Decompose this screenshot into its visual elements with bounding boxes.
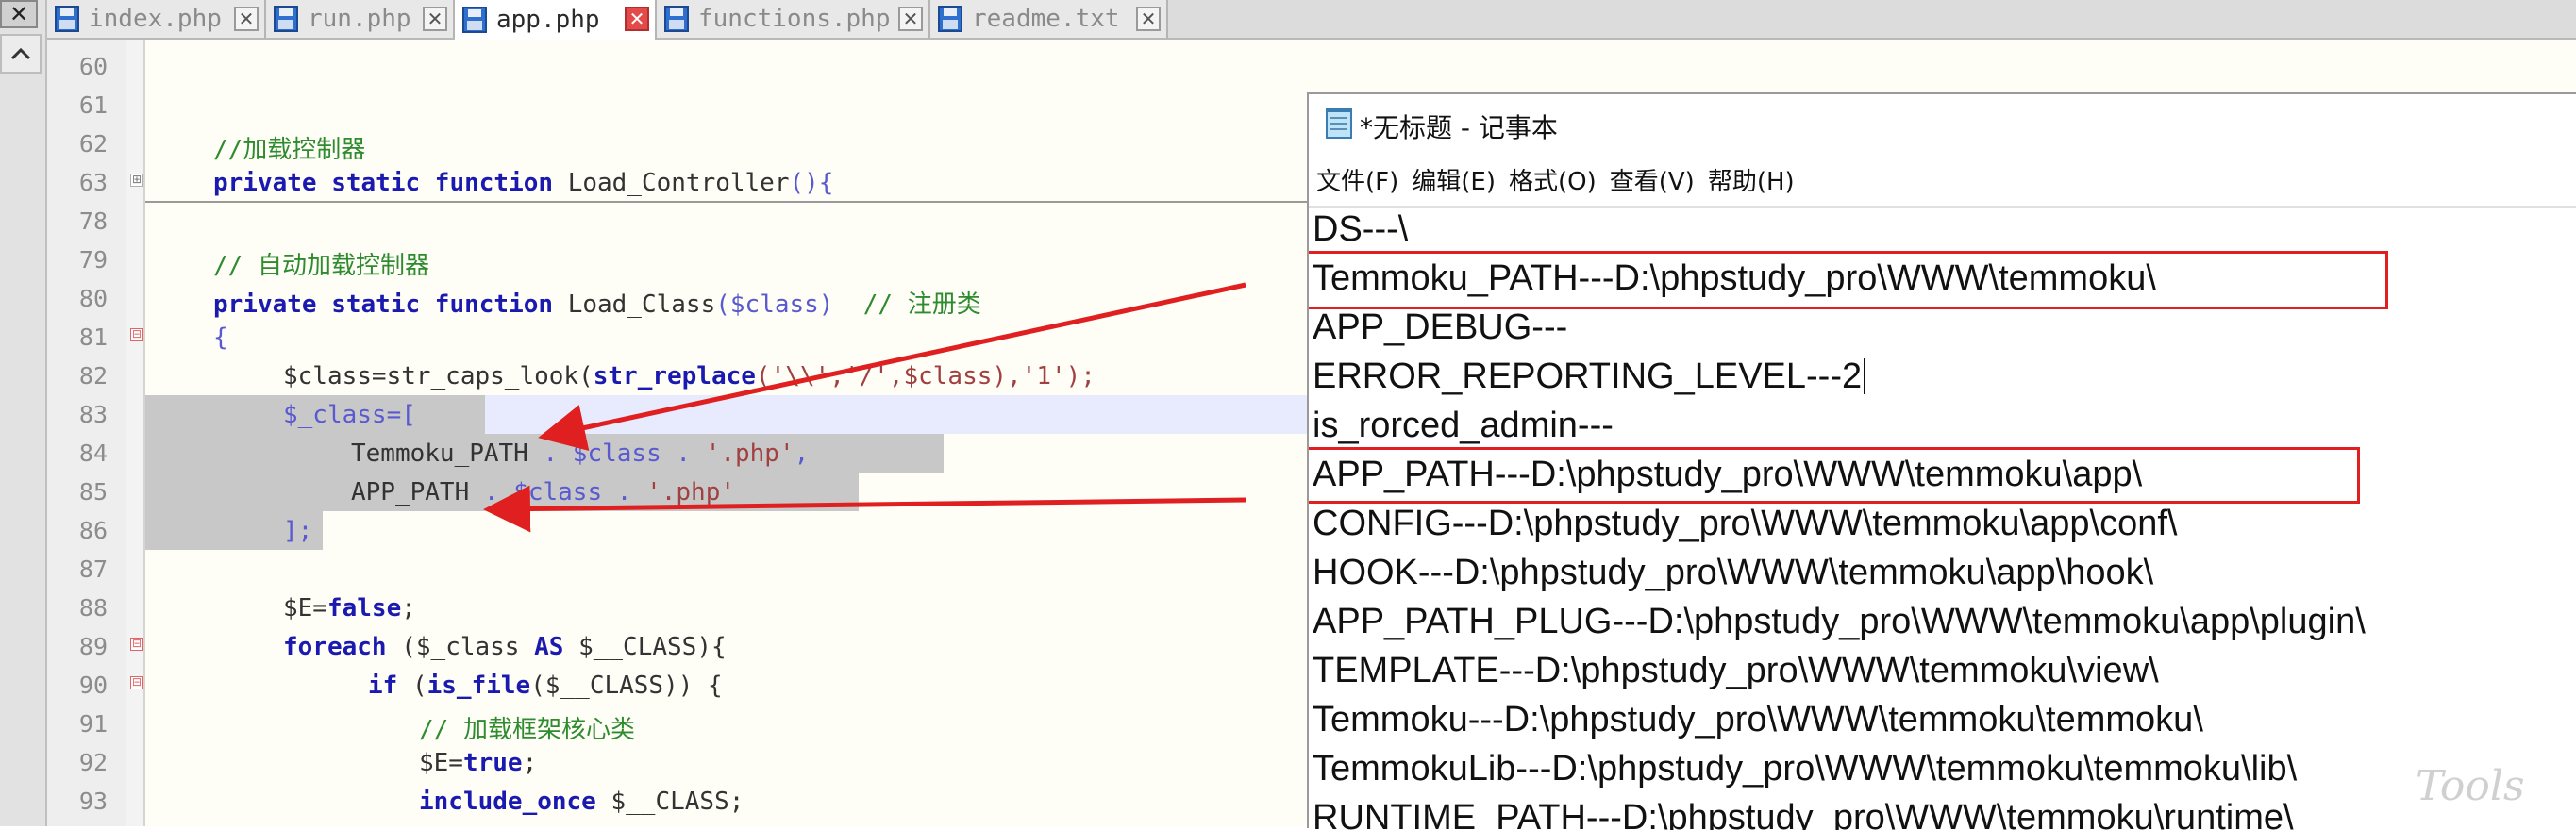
tab-label: app.php bbox=[496, 6, 600, 34]
code-text: private static function Load_Class($clas… bbox=[213, 290, 981, 319]
code-text: $_class=[ bbox=[283, 401, 416, 429]
line-number: 92 bbox=[78, 749, 108, 776]
line-number: 63 bbox=[78, 169, 108, 196]
code-text: { bbox=[213, 324, 228, 352]
tab-functions-php[interactable]: functions.php ✕ bbox=[657, 0, 930, 38]
tab-app-php[interactable]: app.php ✕ bbox=[455, 0, 657, 40]
line-number: 88 bbox=[78, 594, 108, 622]
tab-bar: index.php ✕ run.php ✕ app.php ✕ function… bbox=[47, 0, 2576, 40]
scroll-up-icon[interactable] bbox=[0, 34, 42, 74]
line-number: 79 bbox=[78, 246, 108, 274]
line-number: 87 bbox=[78, 556, 108, 583]
tab-close-icon[interactable]: ✕ bbox=[423, 7, 447, 31]
notepad-line: CONFIG---D:\phpstudy_pro\WWW\temmoku\app… bbox=[1313, 504, 2178, 543]
line-number: 91 bbox=[78, 710, 108, 738]
fold-toggle-icon[interactable]: ⊟ bbox=[130, 328, 143, 341]
tab-label: index.php bbox=[89, 5, 222, 33]
notepad-title-bar[interactable]: *无标题 - 记事本 bbox=[1309, 94, 2576, 149]
notepad-line: HOOK---D:\phpstudy_pro\WWW\temmoku\app\h… bbox=[1313, 553, 2154, 592]
annotation-box-temmoku-path bbox=[1309, 251, 2388, 309]
tab-label: run.php bbox=[308, 5, 411, 33]
tab-close-icon[interactable]: ✕ bbox=[625, 7, 649, 31]
notepad-title: *无标题 - 记事本 bbox=[1360, 112, 1558, 143]
save-file-icon bbox=[55, 6, 79, 32]
line-number: 80 bbox=[78, 285, 108, 312]
tab-readme-txt[interactable]: readme.txt ✕ bbox=[930, 0, 1168, 38]
line-number: 82 bbox=[78, 362, 108, 390]
notepad-line: TEMPLATE---D:\phpstudy_pro\WWW\temmoku\v… bbox=[1313, 651, 2159, 690]
menu-file[interactable]: 文件(F) bbox=[1316, 162, 1398, 200]
notepad-window[interactable]: *无标题 - 记事本 文件(F) 编辑(E) 格式(O) 查看(V) 帮助(H)… bbox=[1307, 92, 2576, 830]
line-number: 89 bbox=[78, 633, 108, 660]
menu-edit[interactable]: 编辑(E) bbox=[1412, 162, 1496, 200]
save-file-icon bbox=[462, 7, 487, 33]
notepad-line: is_rorced_admin--- bbox=[1313, 406, 1614, 445]
code-text: $class=str_caps_look(str_replace('\\','/… bbox=[283, 362, 1096, 390]
code-text: include_once $__CLASS; bbox=[419, 788, 744, 816]
code-text: foreach ($_class AS $__CLASS){ bbox=[283, 633, 727, 661]
code-comment: //加载控制器 bbox=[213, 136, 366, 164]
fold-toggle-icon[interactable]: ⊟ bbox=[130, 638, 143, 651]
notepad-icon bbox=[1326, 108, 1352, 139]
fold-toggle-icon[interactable]: ⊞ bbox=[130, 174, 143, 187]
code-line: 60 bbox=[47, 47, 2576, 86]
notepad-line: ERROR_REPORTING_LEVEL---2 bbox=[1313, 357, 1863, 396]
tab-close-icon[interactable]: ✕ bbox=[234, 7, 259, 31]
line-number: 62 bbox=[78, 130, 108, 158]
code-text: $E=true; bbox=[419, 749, 538, 777]
line-number: 93 bbox=[78, 788, 108, 815]
code-comment: // 加载框架核心类 bbox=[419, 716, 635, 744]
notepad-line: APP_PATH_PLUG---D:\phpstudy_pro\WWW\temm… bbox=[1313, 602, 2366, 641]
notepad-line: APP_DEBUG--- bbox=[1313, 307, 1568, 347]
line-number: 60 bbox=[78, 53, 108, 80]
menu-help[interactable]: 帮助(H) bbox=[1708, 162, 1795, 200]
annotation-box-app-path bbox=[1309, 447, 2360, 504]
line-number: 90 bbox=[78, 672, 108, 699]
line-number: 81 bbox=[78, 324, 108, 351]
line-number: 78 bbox=[78, 208, 108, 235]
code-comment: // 自动加载控制器 bbox=[213, 252, 429, 280]
watermark: Tools bbox=[2416, 762, 2525, 810]
line-number: 84 bbox=[78, 440, 108, 467]
notepad-line: RUNTIME_PATH---D:\phpstudy_pro\WWW\temmo… bbox=[1313, 798, 2294, 830]
text-caret bbox=[1864, 358, 1865, 394]
close-icon[interactable]: ✕ bbox=[0, 0, 38, 28]
code-text: ]; bbox=[283, 517, 313, 545]
code-text: if (is_file($__CLASS)) { bbox=[368, 672, 723, 700]
save-file-icon bbox=[664, 6, 689, 32]
line-number: 85 bbox=[78, 478, 108, 506]
fold-toggle-icon[interactable]: ⊟ bbox=[130, 676, 143, 689]
menu-format[interactable]: 格式(O) bbox=[1509, 162, 1597, 200]
tab-close-icon[interactable]: ✕ bbox=[1136, 7, 1161, 31]
notepad-text-area[interactable]: DS---\ Temmoku_PATH---D:\phpstudy_pro\WW… bbox=[1309, 206, 2576, 830]
code-text: Temmoku_PATH . $class . '.php', bbox=[351, 440, 810, 468]
line-number: 61 bbox=[78, 91, 108, 119]
save-file-icon bbox=[274, 6, 298, 32]
line-number: 86 bbox=[78, 517, 108, 544]
line-number: 83 bbox=[78, 401, 108, 428]
tab-label: functions.php bbox=[698, 5, 891, 33]
notepad-menu-bar: 文件(F) 编辑(E) 格式(O) 查看(V) 帮助(H) bbox=[1309, 162, 2576, 200]
tab-run-php[interactable]: run.php ✕ bbox=[266, 0, 455, 38]
menu-view[interactable]: 查看(V) bbox=[1610, 162, 1695, 200]
code-text: private static function Load_Controller(… bbox=[213, 169, 834, 197]
tab-label: readme.txt bbox=[972, 5, 1120, 33]
tab-close-icon[interactable]: ✕ bbox=[898, 7, 923, 31]
notepad-line: DS---\ bbox=[1313, 209, 1409, 249]
vertical-scrollbar[interactable] bbox=[0, 0, 47, 826]
code-text: $E=false; bbox=[283, 594, 416, 622]
tab-index-php[interactable]: index.php ✕ bbox=[47, 0, 266, 38]
notepad-line: TemmokuLib---D:\phpstudy_pro\WWW\temmoku… bbox=[1313, 749, 2298, 788]
code-text: APP_PATH . $class . '.php' bbox=[351, 478, 735, 506]
save-file-icon bbox=[938, 6, 962, 32]
notepad-line: Temmoku---D:\phpstudy_pro\WWW\temmoku\te… bbox=[1313, 700, 2203, 739]
